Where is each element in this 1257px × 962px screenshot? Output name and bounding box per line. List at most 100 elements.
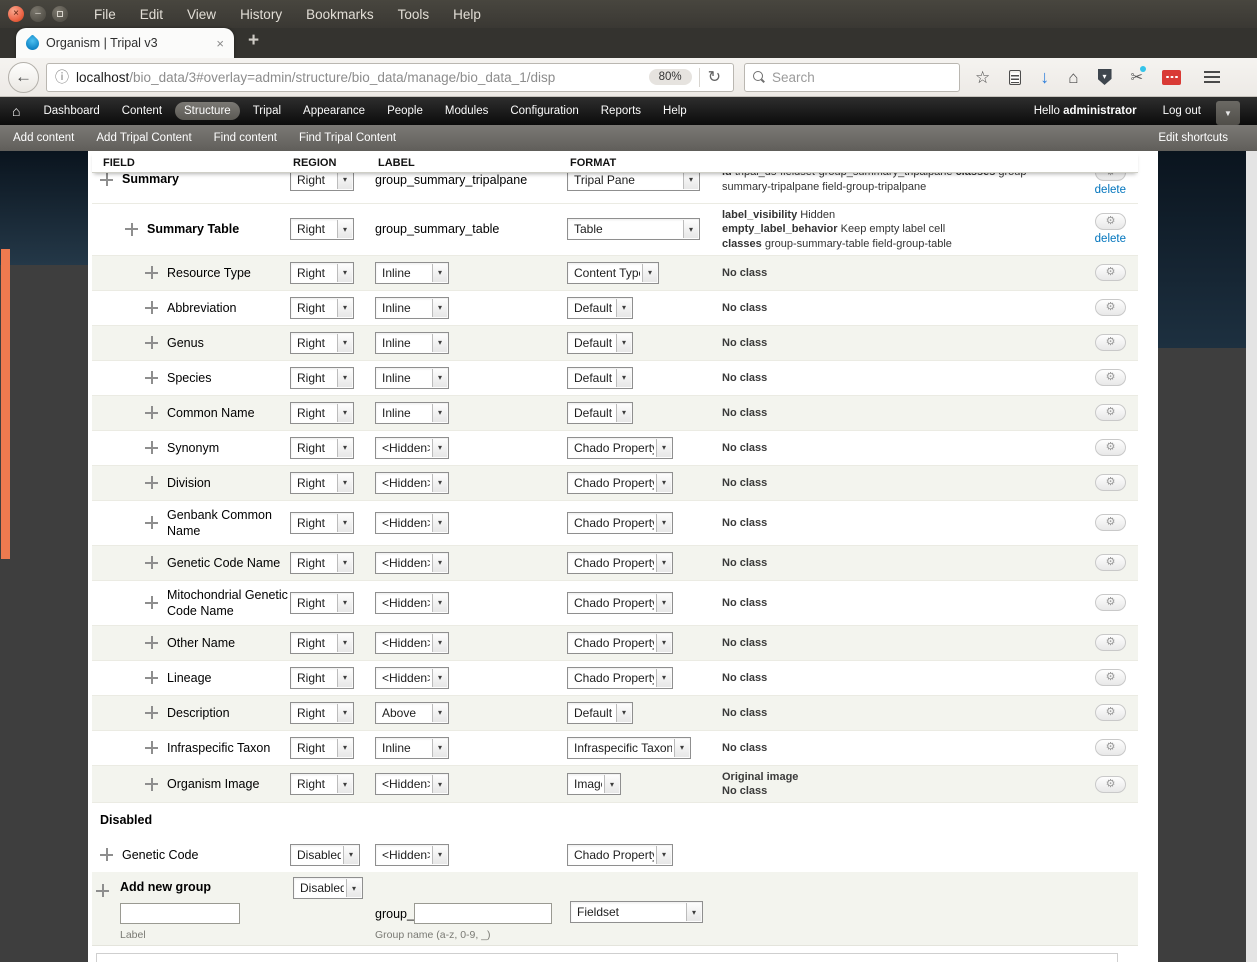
menubar-item-help[interactable]: Help xyxy=(453,7,481,22)
logout-link[interactable]: Log out xyxy=(1163,105,1201,117)
format-select[interactable]: Table▾ xyxy=(567,218,700,240)
settings-button[interactable]: ⚙ xyxy=(1095,213,1126,230)
drag-handle-icon[interactable] xyxy=(145,636,158,649)
settings-button[interactable]: ⚙ xyxy=(1095,739,1126,756)
label-select[interactable]: Inline▾ xyxy=(375,367,449,389)
toolbar-item-people[interactable]: People xyxy=(378,102,432,120)
format-select[interactable]: Chado Property▾ xyxy=(567,667,673,689)
format-select[interactable]: Image▾ xyxy=(567,773,621,795)
drag-handle-icon[interactable] xyxy=(145,441,158,454)
format-select[interactable]: Chado Property▾ xyxy=(567,512,673,534)
hamburger-menu-icon[interactable] xyxy=(1204,76,1220,78)
region-select[interactable]: Right▾ xyxy=(290,367,354,389)
label-select[interactable]: Inline▾ xyxy=(375,297,449,319)
region-select[interactable]: Right▾ xyxy=(290,472,354,494)
edit-shortcuts-link[interactable]: Edit shortcuts xyxy=(1158,132,1228,144)
tab-close-icon[interactable]: × xyxy=(216,36,224,51)
format-select[interactable]: Infraspecific Taxon▾ xyxy=(567,737,691,759)
settings-button[interactable]: ⚙ xyxy=(1095,264,1126,281)
reading-list-icon[interactable] xyxy=(1009,70,1021,85)
label-select[interactable]: <Hidden>▾ xyxy=(375,844,449,866)
settings-button[interactable]: ⚙ xyxy=(1095,634,1126,651)
url-bar[interactable]: ⓘ localhost/bio_data/3#overlay=admin/str… xyxy=(46,63,734,92)
region-select[interactable]: Disabled▾ xyxy=(293,877,363,899)
shortcut-find-content[interactable]: Find content xyxy=(214,132,277,144)
settings-button[interactable]: ⚙ xyxy=(1095,369,1126,386)
search-input[interactable] xyxy=(772,70,951,85)
site-info-icon[interactable]: ⓘ xyxy=(55,67,69,87)
region-select[interactable]: Right▾ xyxy=(290,332,354,354)
format-select[interactable]: Default▾ xyxy=(567,702,633,724)
toolbar-home-icon[interactable]: ⌂ xyxy=(12,103,20,119)
settings-button[interactable]: ⚙ xyxy=(1095,554,1126,571)
format-select[interactable]: Content Type▾ xyxy=(567,262,659,284)
window-minimize-button[interactable]: – xyxy=(30,6,46,22)
zoom-level-badge[interactable]: 80% xyxy=(649,69,692,85)
window-close-button[interactable]: × xyxy=(8,6,24,22)
settings-button[interactable]: ⚙ xyxy=(1095,439,1126,456)
format-select[interactable]: Chado Property▾ xyxy=(567,472,673,494)
menubar-item-view[interactable]: View xyxy=(187,7,216,22)
new-group-name-input[interactable] xyxy=(414,903,552,924)
format-select[interactable]: Default▾ xyxy=(567,402,633,424)
toolbar-item-modules[interactable]: Modules xyxy=(436,102,497,120)
screenshot-scissors-icon[interactable]: ✂ xyxy=(1131,68,1144,86)
drag-handle-icon[interactable] xyxy=(145,406,158,419)
downloads-icon[interactable]: ↓ xyxy=(1040,68,1049,86)
format-select[interactable]: Default▾ xyxy=(567,332,633,354)
format-select[interactable]: Chado Property▾ xyxy=(567,592,673,614)
drag-handle-icon[interactable] xyxy=(145,301,158,314)
drag-handle-icon[interactable] xyxy=(145,371,158,384)
drag-handle-icon[interactable] xyxy=(145,336,158,349)
label-select[interactable]: <Hidden>▾ xyxy=(375,552,449,574)
new-group-label-input[interactable] xyxy=(120,903,240,924)
search-box[interactable] xyxy=(744,63,960,92)
shortcut-add-content[interactable]: Add content xyxy=(13,132,74,144)
drag-handle-icon[interactable] xyxy=(145,516,158,529)
toolbar-item-help[interactable]: Help xyxy=(654,102,696,120)
menubar-item-tools[interactable]: Tools xyxy=(398,7,430,22)
reload-button[interactable]: ↻ xyxy=(700,67,729,87)
drag-handle-icon[interactable] xyxy=(145,778,158,791)
label-select[interactable]: <Hidden>▾ xyxy=(375,437,449,459)
region-select[interactable]: Right▾ xyxy=(290,218,354,240)
region-select[interactable]: Right▾ xyxy=(290,702,354,724)
format-select[interactable]: Default▾ xyxy=(567,297,633,319)
settings-button[interactable]: ⚙ xyxy=(1095,669,1126,686)
region-select[interactable]: Right▾ xyxy=(290,437,354,459)
home-icon[interactable]: ⌂ xyxy=(1068,69,1078,86)
extension-icon[interactable] xyxy=(1162,70,1181,85)
toolbar-item-structure[interactable]: Structure xyxy=(175,102,240,120)
format-select[interactable]: Chado Property▾ xyxy=(567,437,673,459)
drag-handle-icon[interactable] xyxy=(145,476,158,489)
menubar-item-file[interactable]: File xyxy=(94,7,116,22)
label-select[interactable]: Inline▾ xyxy=(375,402,449,424)
settings-button[interactable]: ⚙ xyxy=(1095,299,1126,316)
region-select[interactable]: Right▾ xyxy=(290,737,354,759)
region-select[interactable]: Disabled▾ xyxy=(290,844,360,866)
label-select[interactable]: <Hidden>▾ xyxy=(375,512,449,534)
label-select[interactable]: Above▾ xyxy=(375,702,449,724)
format-select[interactable]: Chado Property▾ xyxy=(567,844,673,866)
back-button[interactable]: ← xyxy=(8,62,39,93)
toolbar-item-content[interactable]: Content xyxy=(113,102,171,120)
region-select[interactable]: Right▾ xyxy=(290,297,354,319)
region-select[interactable]: Right▾ xyxy=(290,773,354,795)
region-select[interactable]: Right▾ xyxy=(290,592,354,614)
drag-handle-icon[interactable] xyxy=(145,741,158,754)
label-select[interactable]: Inline▾ xyxy=(375,332,449,354)
shortcut-add-tripal-content[interactable]: Add Tripal Content xyxy=(96,132,191,144)
scrollbar-thumb[interactable] xyxy=(1,249,10,559)
drag-handle-icon[interactable] xyxy=(145,556,158,569)
label-select[interactable]: Inline▾ xyxy=(375,737,449,759)
label-select[interactable]: Inline▾ xyxy=(375,262,449,284)
shortcut-find-tripal-content[interactable]: Find Tripal Content xyxy=(299,132,396,144)
menubar-item-edit[interactable]: Edit xyxy=(140,7,163,22)
menubar-item-history[interactable]: History xyxy=(240,7,282,22)
drag-handle-icon[interactable] xyxy=(125,223,138,236)
label-select[interactable]: <Hidden>▾ xyxy=(375,667,449,689)
shield-icon[interactable]: ▾ xyxy=(1098,69,1112,85)
settings-button[interactable]: ⚙ xyxy=(1095,776,1126,793)
scrollbar-track[interactable] xyxy=(1246,151,1257,962)
menubar-item-bookmarks[interactable]: Bookmarks xyxy=(306,7,374,22)
